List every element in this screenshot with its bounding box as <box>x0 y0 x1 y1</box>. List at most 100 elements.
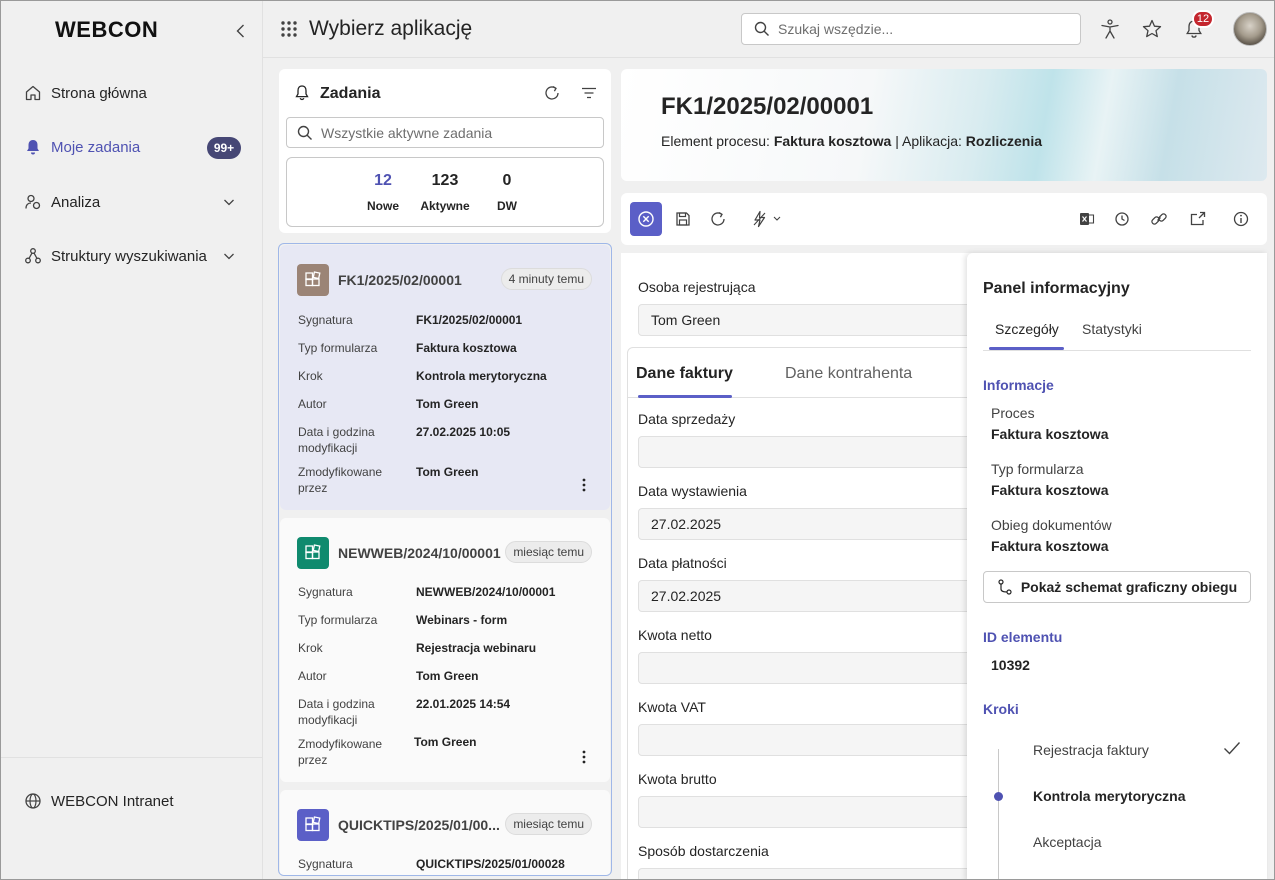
process-label: Element procesu: <box>661 133 770 149</box>
counter-dw-value: 0 <box>502 172 512 189</box>
counter-active[interactable]: 123 Aktywne <box>415 172 475 213</box>
refresh-icon[interactable] <box>708 209 728 229</box>
tab-divider <box>983 350 1251 351</box>
notification-count-badge: 12 <box>1192 10 1214 28</box>
close-form-button[interactable] <box>630 202 662 236</box>
tasks-search-input[interactable]: Wszystkie aktywne zadania <box>286 117 604 148</box>
steps-timeline <box>998 749 999 879</box>
field-label: Krok <box>298 641 323 655</box>
form-type-icon <box>297 809 329 841</box>
active-tab-indicator <box>989 347 1064 350</box>
field-value: Kontrola merytoryczna <box>416 369 547 383</box>
net-amount-field[interactable] <box>638 652 978 684</box>
step-item-current: Kontrola merytoryczna <box>1033 788 1186 804</box>
more-options-icon[interactable] <box>582 478 586 492</box>
webcon-logo: WEBCON <box>55 17 159 42</box>
save-icon[interactable] <box>673 209 693 229</box>
refresh-icon[interactable] <box>543 84 561 102</box>
info-icon[interactable] <box>1231 209 1251 229</box>
user-avatar[interactable] <box>1233 12 1267 46</box>
chevron-down-icon[interactable] <box>221 194 237 210</box>
counter-dw[interactable]: 0 DW <box>477 172 537 213</box>
field-value: Faktura kosztowa <box>416 341 517 355</box>
actions-menu-icon[interactable] <box>751 209 783 229</box>
nav-my-tasks[interactable]: Moje zadania 99+ <box>1 129 263 165</box>
element-header: FK1/2025/02/00001 Element procesu: Faktu… <box>621 69 1267 181</box>
info-panel-title: Panel informacyjny <box>983 280 1130 297</box>
workflow-label: Obieg dokumentów <box>991 517 1112 533</box>
excel-export-icon[interactable] <box>1077 209 1097 229</box>
chevron-down-icon[interactable] <box>221 248 237 264</box>
link-icon[interactable] <box>1149 209 1169 229</box>
sidebar-divider <box>1 757 263 758</box>
nav-search-structures-label: Struktury wyszukiwania <box>51 247 207 265</box>
top-bar: Wybierz aplikację Szukaj wszędzie... 12 <box>263 1 1274 58</box>
bell-icon <box>295 85 309 101</box>
task-card-title: QUICKTIPS/2025/01/00... <box>338 817 500 833</box>
counter-dw-label: DW <box>497 199 517 213</box>
close-circle-icon <box>638 211 654 227</box>
show-workflow-diagram-button[interactable]: Pokaż schemat graficzny obiegu <box>983 571 1251 603</box>
task-card[interactable]: QUICKTIPS/2025/01/00... miesiąc temu Syg… <box>280 790 610 875</box>
tasks-search-placeholder: Wszystkie aktywne zadania <box>321 124 493 141</box>
global-search-placeholder: Szukaj wszędzie... <box>778 21 894 37</box>
tab-invoice-data[interactable]: Dane faktury <box>636 365 733 383</box>
structure-icon <box>23 246 43 266</box>
app-selector-title[interactable]: Wybierz aplikację <box>309 17 472 41</box>
favorites-star-icon[interactable] <box>1141 18 1163 40</box>
element-id-heading: ID elementu <box>983 629 1063 645</box>
registrant-field[interactable]: Tom Green <box>638 304 978 336</box>
gross-amount-field[interactable] <box>638 796 978 828</box>
nav-analysis[interactable]: Analiza <box>1 184 263 220</box>
delivery-method-field[interactable] <box>638 868 978 879</box>
field-value: 27.02.2025 10:05 <box>416 425 511 439</box>
current-step-dot <box>994 792 1003 801</box>
tab-statistics[interactable]: Statystyki <box>1082 321 1142 337</box>
task-card[interactable]: FK1/2025/02/00001 4 minuty temu Sygnatur… <box>280 245 610 510</box>
history-clock-icon[interactable] <box>1112 209 1132 229</box>
field-value: Tom Green <box>416 669 479 683</box>
nav-search-structures[interactable]: Struktury wyszukiwania <box>1 238 263 274</box>
counter-new-label: Nowe <box>366 199 399 213</box>
field-label: Sygnatura <box>298 857 353 871</box>
process-label: Proces <box>991 405 1035 421</box>
field-label: Typ formularza <box>298 613 378 627</box>
nav-intranet[interactable]: WEBCON Intranet <box>1 783 263 819</box>
field-label: Kwota VAT <box>638 699 706 715</box>
sale-date-field[interactable] <box>638 436 978 468</box>
collapse-sidebar-icon[interactable] <box>231 21 251 41</box>
nav-intranet-label: WEBCON Intranet <box>51 792 174 810</box>
share-icon[interactable] <box>1188 209 1208 229</box>
tab-contractor-data[interactable]: Dane kontrahenta <box>785 365 912 383</box>
more-options-icon[interactable] <box>582 750 586 764</box>
analysis-icon <box>23 192 43 212</box>
task-counters: 12 Nowe 123 Aktywne 0 DW <box>286 157 604 227</box>
process-value: Faktura kosztowa <box>991 426 1109 442</box>
element-id-value: 10392 <box>991 657 1030 673</box>
payment-date-field[interactable]: 27.02.2025 <box>638 580 978 612</box>
process-value: Faktura kosztowa <box>773 133 892 149</box>
application-value: Rozliczenia <box>965 133 1043 149</box>
accessibility-icon[interactable] <box>1099 18 1121 40</box>
counter-active-label: Aktywne <box>420 199 470 213</box>
info-panel: Panel informacyjny Szczegóły Statystyki … <box>967 253 1267 879</box>
element-title: FK1/2025/02/00001 <box>661 93 874 120</box>
app-launcher-icon[interactable] <box>280 20 298 38</box>
app-window: WEBCON Strona główna Moje zadania 99+ An… <box>0 0 1275 880</box>
nav-home[interactable]: Strona główna <box>1 75 263 111</box>
field-value: 22.01.2025 14:54 <box>416 697 511 711</box>
counter-new[interactable]: 12 Nowe <box>353 172 413 213</box>
tab-details[interactable]: Szczegóły <box>995 321 1059 337</box>
global-search-input[interactable]: Szukaj wszędzie... <box>741 13 1081 45</box>
field-label: Typ formularza <box>298 341 378 355</box>
field-label: Autor <box>298 397 327 411</box>
field-label: Kwota netto <box>638 627 712 643</box>
filter-icon[interactable] <box>580 84 598 102</box>
issue-date-field[interactable]: 27.02.2025 <box>638 508 978 540</box>
search-icon <box>297 125 312 140</box>
field-value: Tom Green <box>416 465 479 479</box>
field-label: Data i godzina modyfikacji <box>298 697 375 727</box>
task-card[interactable]: NEWWEB/2024/10/00001 miesiąc temu Sygnat… <box>280 518 610 782</box>
vat-amount-field[interactable] <box>638 724 978 756</box>
registrant-label: Osoba rejestrująca <box>638 279 756 295</box>
